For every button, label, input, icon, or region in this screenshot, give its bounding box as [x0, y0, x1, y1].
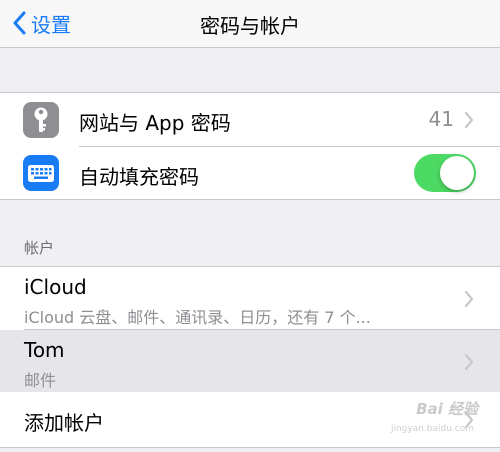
chevron-right-icon: [464, 291, 474, 307]
account-subtitle: 邮件: [24, 371, 57, 390]
autofill-passwords-label: 自动填充密码: [79, 165, 199, 189]
password-count: 41: [428, 107, 454, 131]
watermark-url: jingyan.baidu.com: [390, 424, 474, 434]
passwords-group: 网站与 App 密码 41 自动填充密码: [0, 92, 500, 200]
add-account-label: 添加帐户: [24, 411, 104, 435]
page-title: 密码与帐户: [200, 14, 300, 38]
navigation-bar: 设置 密码与帐户: [0, 0, 500, 48]
key-icon: [23, 102, 59, 138]
account-row-tom[interactable]: Tom 邮件: [0, 330, 500, 392]
accounts-group: iCloud iCloud 云盘、邮件、通讯录、日历，还有 7 个... Tom…: [0, 266, 500, 448]
account-title: Tom: [24, 338, 65, 362]
chevron-right-icon: [464, 112, 474, 128]
keyboard-icon: [23, 155, 59, 191]
account-title: iCloud: [24, 275, 87, 299]
autofill-passwords-row: 自动填充密码: [0, 147, 500, 200]
autofill-toggle[interactable]: [414, 154, 476, 192]
account-subtitle: iCloud 云盘、邮件、通讯录、日历，还有 7 个...: [24, 308, 371, 327]
website-app-passwords-row[interactable]: 网站与 App 密码 41: [0, 93, 500, 146]
accounts-section-header: 帐户: [24, 239, 55, 257]
chevron-right-icon: [464, 354, 474, 370]
account-row-icloud[interactable]: iCloud iCloud 云盘、邮件、通讯录、日历，还有 7 个...: [0, 267, 500, 329]
watermark-logo: Bai 经验: [416, 400, 478, 418]
toggle-knob: [440, 156, 474, 190]
website-app-passwords-label: 网站与 App 密码: [79, 111, 231, 135]
